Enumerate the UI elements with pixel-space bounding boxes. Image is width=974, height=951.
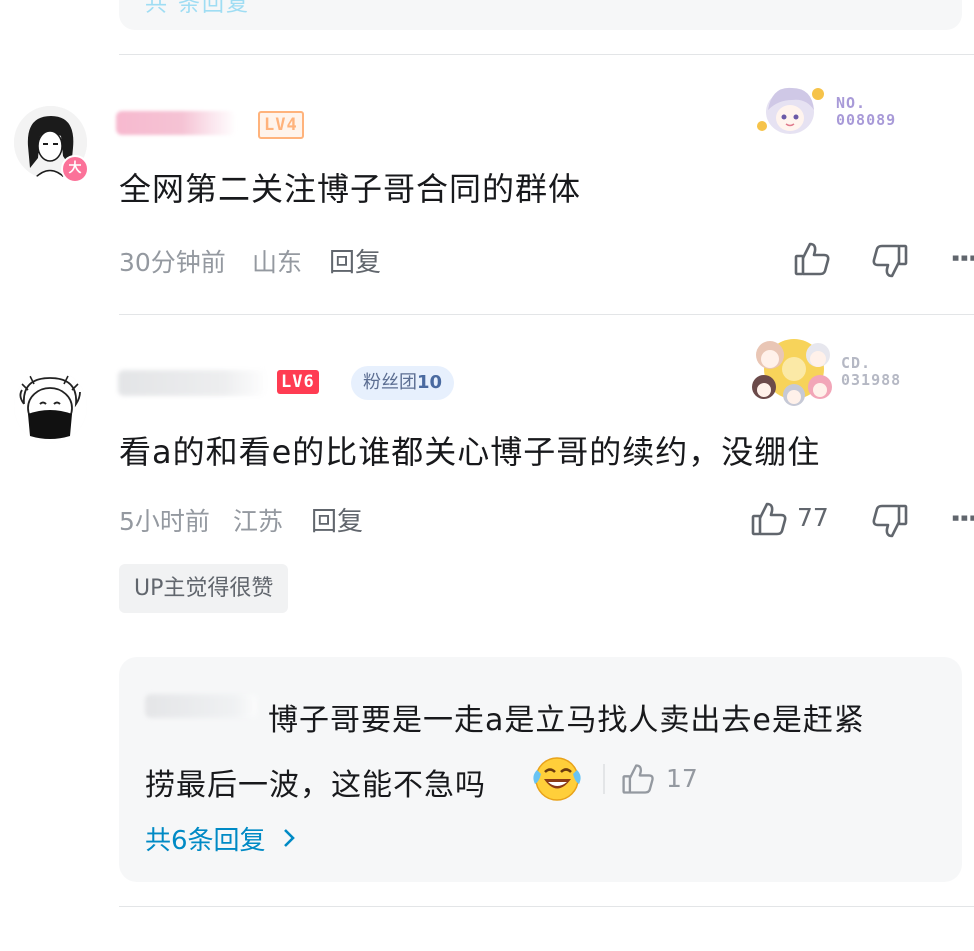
decoration-character-icon	[757, 87, 824, 134]
reply-button[interactable]: 回复	[329, 242, 381, 279]
divider	[119, 54, 974, 55]
previous-more-replies-link[interactable]: 共 条回复	[145, 0, 250, 18]
more-icon[interactable]: ⋮	[946, 503, 974, 533]
comment-time: 5小时前	[119, 507, 210, 536]
comment-content: 全网第二关注博子哥合同的群体	[119, 170, 582, 208]
fans-club-label: 粉丝团	[363, 372, 417, 393]
divider	[119, 314, 974, 315]
decoration-number: CD. 031988	[841, 354, 902, 389]
username-blurred[interactable]	[116, 111, 236, 135]
separator	[603, 764, 605, 794]
reply-username-blurred[interactable]	[145, 694, 257, 718]
comment-content: 看a的和看e的比谁都关心博子哥的续约，没绷住	[119, 433, 821, 471]
level-badge: LV4	[258, 111, 304, 139]
fans-club-badge[interactable]: 粉丝团10	[351, 366, 455, 400]
verified-badge: 大	[61, 155, 89, 183]
laughing-crying-emoji	[531, 752, 583, 804]
decoration-characters-icon	[752, 339, 832, 406]
chevron-right-icon	[282, 826, 296, 856]
up-liked-badge: UP主觉得很赞	[119, 564, 289, 613]
comment-location: 山东	[252, 248, 303, 277]
thumb-up-icon[interactable]	[749, 499, 789, 539]
more-icon[interactable]: ⋮	[946, 243, 974, 273]
thumb-up-icon[interactable]	[792, 239, 832, 279]
fans-club-level: 10	[417, 372, 443, 393]
thumb-down-icon[interactable]	[870, 241, 910, 281]
level-badge: LV6	[277, 370, 319, 394]
thumb-down-icon[interactable]	[870, 501, 910, 541]
more-replies-label: 共6条回复	[145, 826, 266, 856]
comment-location: 江苏	[233, 507, 284, 536]
divider	[119, 906, 974, 907]
comment-time: 30分钟前	[119, 248, 226, 277]
decoration-number: NO. 008089	[836, 94, 897, 129]
reply-text-line1: 博子哥要是一走a是立马找人卖出去e是赶紧	[268, 703, 865, 738]
like-count: 77	[797, 503, 829, 532]
fan-decoration-image[interactable]	[752, 80, 832, 140]
reply-button[interactable]: 回复	[311, 501, 363, 538]
more-replies-link[interactable]: 共6条回复	[145, 820, 296, 857]
username-blurred[interactable]	[118, 370, 268, 396]
avatar[interactable]	[14, 370, 87, 443]
reply-text-line2: 捞最后一波，这能不急吗	[145, 768, 486, 803]
avatar-image	[14, 370, 87, 443]
fan-decoration-image[interactable]	[748, 333, 836, 409]
thumb-up-icon[interactable]	[620, 761, 656, 797]
reply-like-count: 17	[666, 764, 698, 793]
